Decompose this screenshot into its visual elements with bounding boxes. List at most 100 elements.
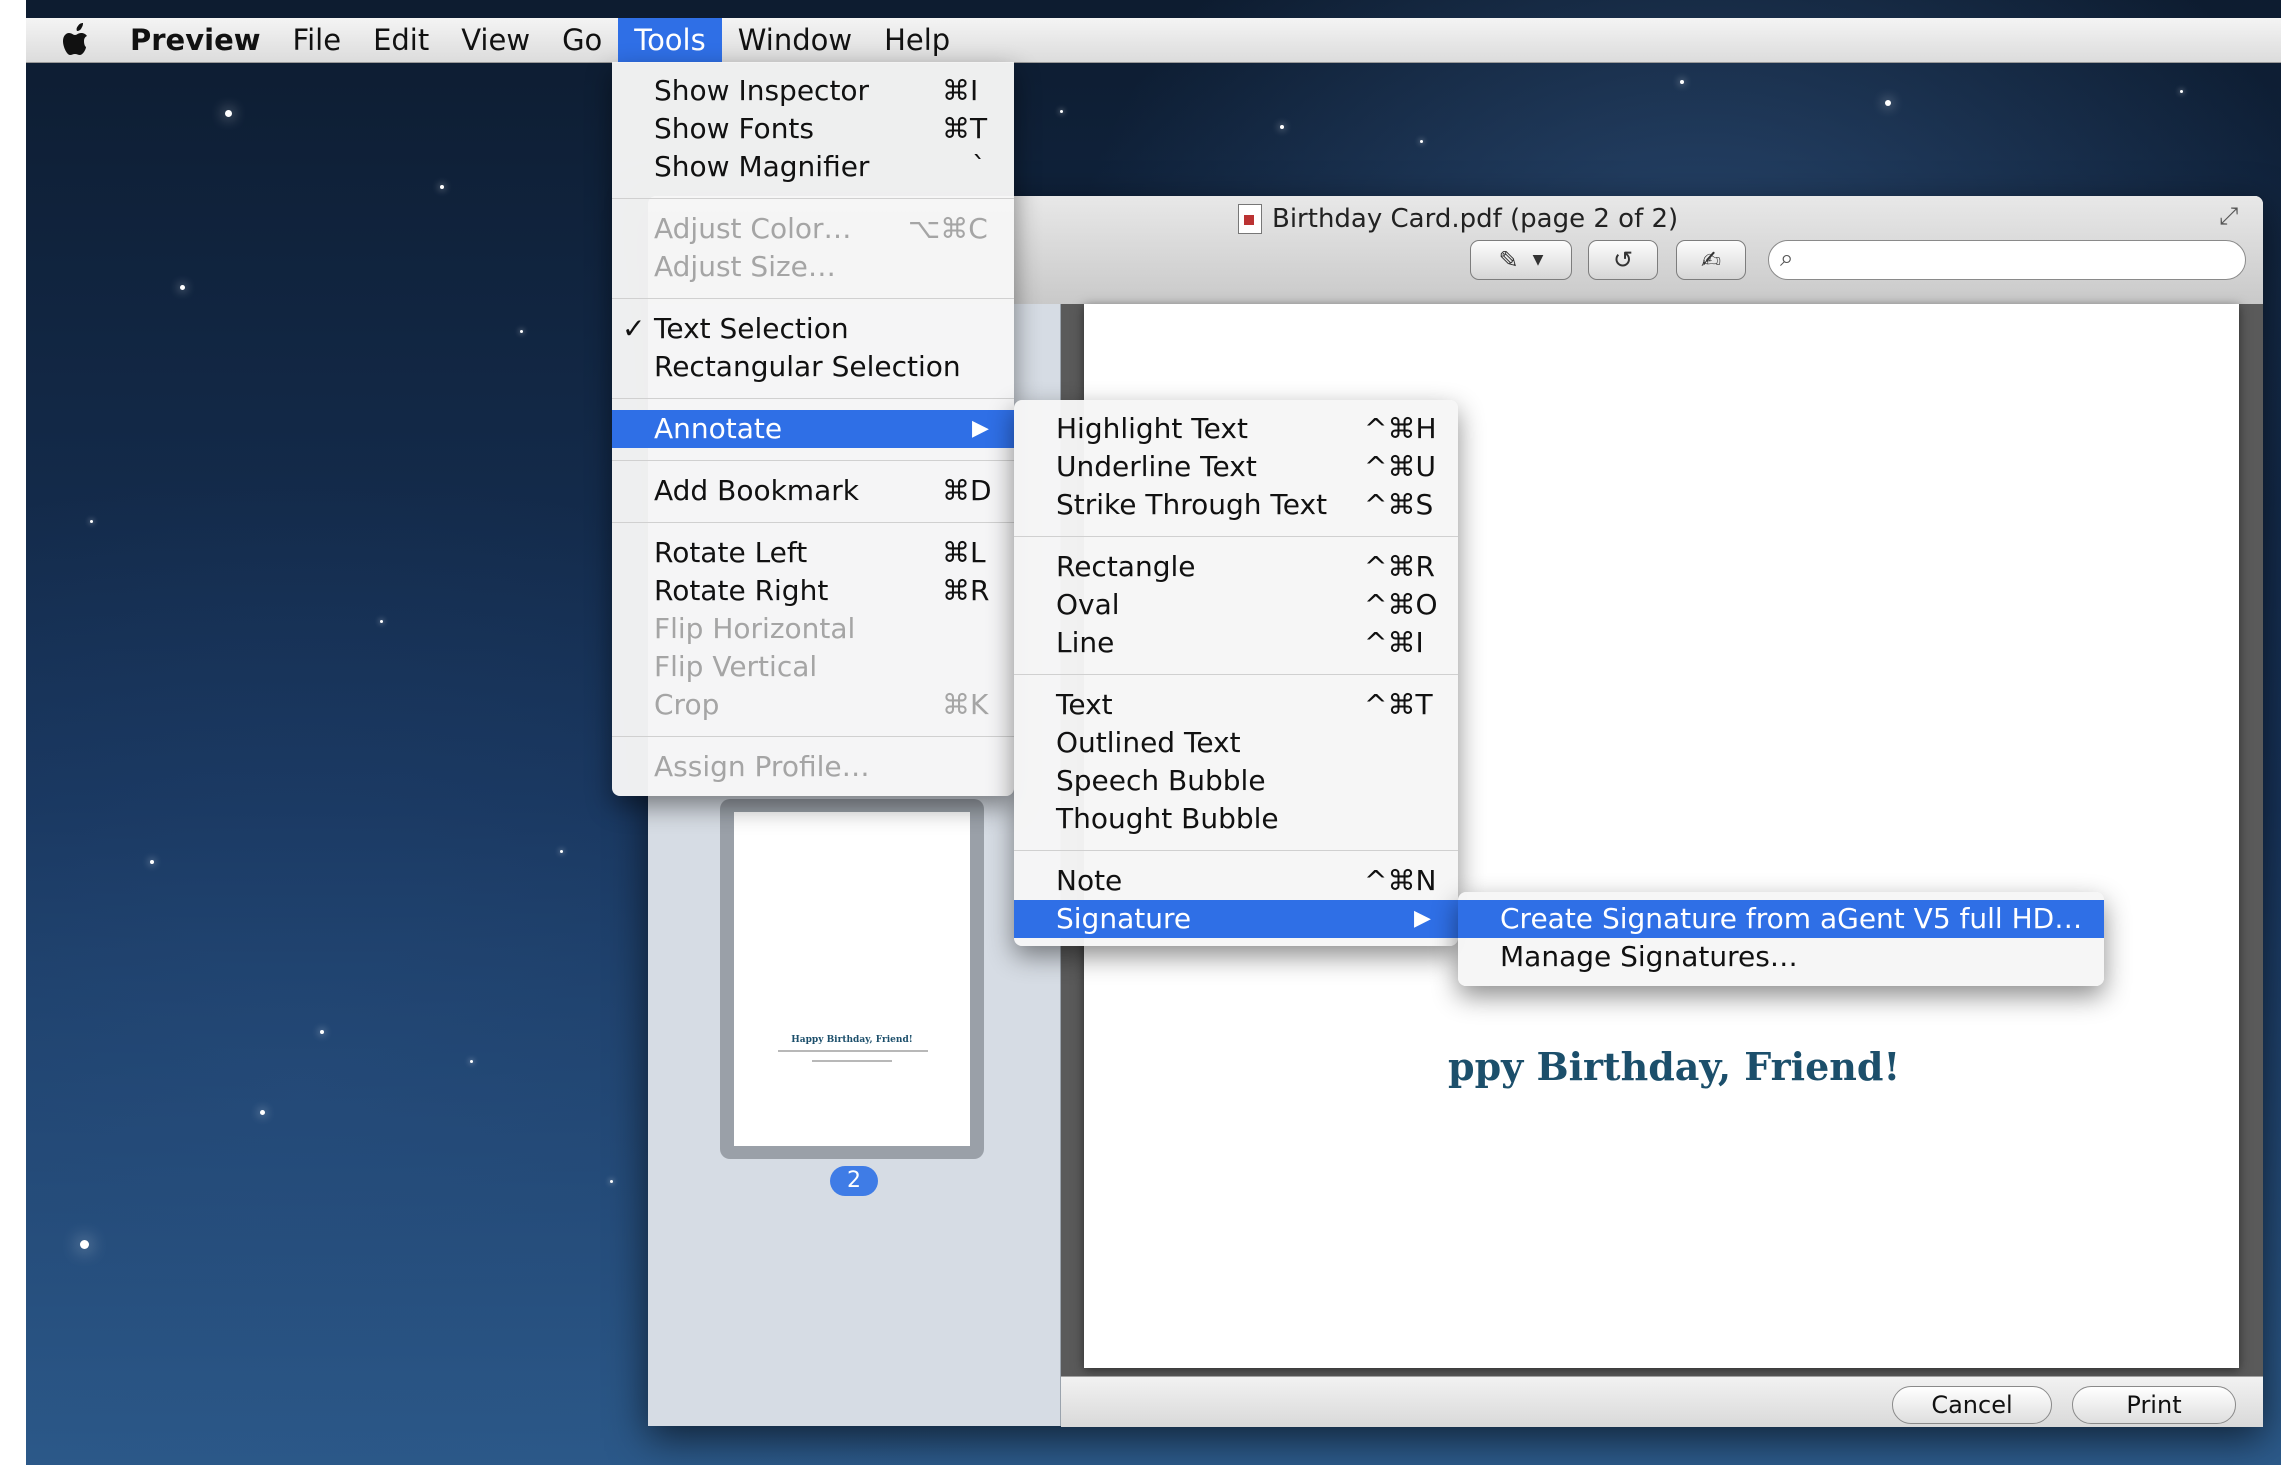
- menu-item-label: Manage Signatures…: [1500, 940, 1798, 973]
- menu-item-shortcut: ⌘R: [942, 574, 990, 607]
- menu-item-manage-signatures[interactable]: Manage Signatures…: [1458, 938, 2104, 976]
- menu-item-rectangular-selection[interactable]: Rectangular Selection: [612, 348, 1014, 386]
- menu-item-outlined-text[interactable]: Outlined Text: [1014, 724, 1458, 762]
- menu-item-note[interactable]: Note ^⌘N: [1014, 862, 1458, 900]
- menu-item-label: Rectangular Selection: [654, 350, 961, 383]
- menu-item-crop[interactable]: Crop ⌘K: [612, 686, 1014, 724]
- menu-item-shortcut: ^⌘T: [1364, 688, 1433, 721]
- star: [320, 1030, 324, 1034]
- edit-button[interactable]: ✍: [1676, 240, 1746, 280]
- star: [1885, 100, 1891, 106]
- star: [150, 860, 154, 864]
- star: [560, 850, 563, 853]
- star: [80, 1240, 89, 1249]
- screen-edge: [0, 0, 26, 1465]
- submenu-arrow-icon: ▶: [1414, 906, 1431, 931]
- apple-icon[interactable]: [58, 18, 98, 62]
- menu-item-label: Outlined Text: [1056, 726, 1241, 759]
- star: [610, 1180, 613, 1183]
- star: [1420, 140, 1423, 143]
- annotate-submenu: Highlight Text ^⌘H Underline Text ^⌘U St…: [1014, 400, 1458, 946]
- menu-item-speech-bubble[interactable]: Speech Bubble: [1014, 762, 1458, 800]
- search-input[interactable]: [1768, 240, 2246, 280]
- fullscreen-icon[interactable]: ⤢: [2219, 202, 2249, 232]
- menu-item-rotate-right[interactable]: Rotate Right ⌘R: [612, 572, 1014, 610]
- menu-item-text[interactable]: Text ^⌘T: [1014, 686, 1458, 724]
- menu-item-label: Adjust Size…: [654, 250, 836, 283]
- rotate-icon: ↺: [1612, 246, 1634, 274]
- menu-item-shortcut: `: [972, 150, 986, 183]
- menu-item-rectangle[interactable]: Rectangle ^⌘R: [1014, 548, 1458, 586]
- menu-file[interactable]: File: [277, 18, 358, 62]
- star: [380, 620, 383, 623]
- menu-item-thought-bubble[interactable]: Thought Bubble: [1014, 800, 1458, 838]
- checkmark-icon: ✓: [622, 312, 646, 345]
- thumbnail-heading: Happy Birthday, Friend!: [791, 1035, 913, 1045]
- search-icon: ⌕: [1780, 244, 1794, 272]
- menu-go[interactable]: Go: [546, 18, 618, 62]
- menu-item-signature[interactable]: Signature ▶: [1014, 900, 1458, 938]
- menu-item-oval[interactable]: Oval ^⌘O: [1014, 586, 1458, 624]
- markup-button[interactable]: ✎ ▼: [1470, 240, 1572, 280]
- menu-item-label: Adjust Color…: [654, 212, 852, 245]
- print-button[interactable]: Print: [2072, 1386, 2236, 1424]
- cancel-button[interactable]: Cancel: [1892, 1386, 2052, 1424]
- menu-item-label: Text: [1056, 688, 1113, 721]
- menu-item-show-magnifier[interactable]: Show Magnifier `: [612, 148, 1014, 186]
- menu-item-label: Text Selection: [654, 312, 849, 345]
- menu-view[interactable]: View: [445, 18, 546, 62]
- menu-item-label: Flip Vertical: [654, 650, 818, 683]
- menu-separator: [1014, 536, 1458, 537]
- star: [470, 1060, 473, 1063]
- menu-item-underline-text[interactable]: Underline Text ^⌘U: [1014, 448, 1458, 486]
- menu-item-label: Note: [1056, 864, 1123, 897]
- star: [90, 520, 93, 523]
- menu-preview[interactable]: Preview: [114, 18, 277, 62]
- menu-edit[interactable]: Edit: [357, 18, 445, 62]
- menu-item-shortcut: ⌘T: [942, 112, 988, 145]
- menu-item-highlight-text[interactable]: Highlight Text ^⌘H: [1014, 410, 1458, 448]
- menu-item-show-fonts[interactable]: Show Fonts ⌘T: [612, 110, 1014, 148]
- page-thumbnail[interactable]: [734, 812, 970, 1146]
- menu-item-show-inspector[interactable]: Show Inspector ⌘I: [612, 72, 1014, 110]
- menu-item-label: Show Magnifier: [654, 150, 870, 183]
- menu-item-label: Oval: [1056, 588, 1120, 621]
- menu-item-label: Rotate Right: [654, 574, 829, 607]
- menu-item-adjust-size[interactable]: Adjust Size…: [612, 248, 1014, 286]
- menu-item-shortcut: ⌘L: [942, 536, 986, 569]
- menu-item-label: Strike Through Text: [1056, 488, 1328, 521]
- star: [260, 1110, 265, 1115]
- thumbnail-text-line: [812, 1060, 892, 1062]
- submenu-arrow-icon: ▶: [972, 416, 989, 441]
- menu-item-shortcut: ^⌘N: [1364, 864, 1437, 897]
- menu-item-assign-profile[interactable]: Assign Profile…: [612, 748, 1014, 786]
- menu-item-label: Line: [1056, 626, 1115, 659]
- menu-item-strike-through-text[interactable]: Strike Through Text ^⌘S: [1014, 486, 1458, 524]
- signature-submenu: Create Signature from aGent V5 full HD… …: [1458, 892, 2104, 986]
- menu-item-shortcut: ^⌘S: [1364, 488, 1434, 521]
- menu-item-flip-vertical[interactable]: Flip Vertical: [612, 648, 1014, 686]
- menu-bar: Preview File Edit View Go Tools Window H…: [26, 18, 2281, 63]
- menu-item-adjust-color[interactable]: Adjust Color… ⌥⌘C: [612, 210, 1014, 248]
- menu-item-label: Add Bookmark: [654, 474, 859, 507]
- menu-separator: [1014, 674, 1458, 675]
- menu-item-annotate[interactable]: Annotate ▶: [612, 410, 1014, 448]
- page-heading: ppy Birthday, Friend!: [1448, 1044, 1901, 1089]
- menu-item-shortcut: ^⌘I: [1364, 626, 1424, 659]
- menu-item-shortcut: ^⌘H: [1364, 412, 1437, 445]
- window-title-text: Birthday Card.pdf (page 2 of 2): [1272, 204, 1679, 234]
- menu-item-label: Rectangle: [1056, 550, 1196, 583]
- tools-menu: Show Inspector ⌘I Show Fonts ⌘T Show Mag…: [612, 62, 1014, 796]
- menu-item-label: Flip Horizontal: [654, 612, 856, 645]
- menu-item-label: Show Inspector: [654, 74, 870, 107]
- menu-item-rotate-left[interactable]: Rotate Left ⌘L: [612, 534, 1014, 572]
- menu-item-flip-horizontal[interactable]: Flip Horizontal: [612, 610, 1014, 648]
- menu-item-add-bookmark[interactable]: Add Bookmark ⌘D: [612, 472, 1014, 510]
- rotate-button[interactable]: ↺: [1588, 240, 1658, 280]
- star: [1280, 125, 1284, 129]
- menu-item-line[interactable]: Line ^⌘I: [1014, 624, 1458, 662]
- menu-item-text-selection[interactable]: ✓ Text Selection: [612, 310, 1014, 348]
- menu-item-create-signature[interactable]: Create Signature from aGent V5 full HD…: [1458, 900, 2104, 938]
- menu-item-label: Highlight Text: [1056, 412, 1248, 445]
- menu-separator: [612, 460, 1014, 461]
